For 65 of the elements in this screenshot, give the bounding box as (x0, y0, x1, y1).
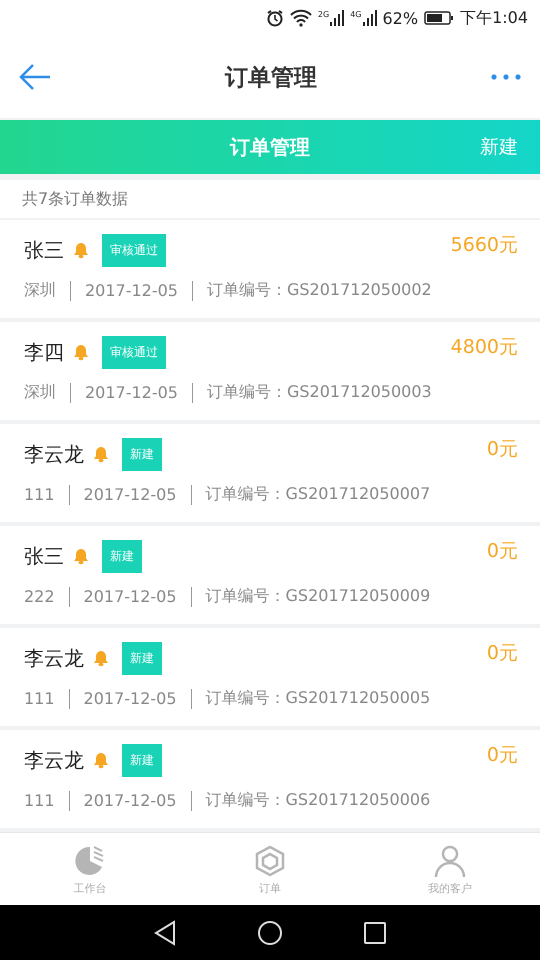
back-icon[interactable] (153, 920, 177, 946)
battery-icon (424, 10, 454, 26)
order-location: 深圳 (24, 382, 56, 403)
alarm-icon (266, 9, 284, 27)
order-amount: 5660元 (450, 233, 518, 258)
order-number: 订单编号：GS201712050006 (206, 790, 430, 811)
customer-name: 张三 (24, 542, 64, 570)
bell-icon (92, 751, 110, 769)
signal-icon (362, 10, 376, 26)
battery-percent: 62% (382, 8, 418, 28)
page-title: 订单管理 (225, 64, 317, 92)
order-card[interactable]: 李云龙 新建 0元 111 2017-12-05 订单编号：GS201712050007 (0, 424, 540, 522)
order-date: 2017-12-05 (84, 791, 177, 810)
order-card[interactable]: 张三 新建 0元 222 2017-12-05 订单编号：GS201712050009 (0, 526, 540, 624)
back-arrow-icon[interactable] (18, 63, 52, 91)
order-location: 111 (24, 485, 55, 504)
customer-name: 李云龙 (24, 644, 84, 672)
bell-icon (72, 547, 90, 565)
order-location: 111 (24, 791, 55, 810)
network-label: 2G (318, 10, 330, 19)
order-number: 订单编号：GS201712050005 (206, 688, 430, 709)
order-card[interactable]: 李云龙 新建 0元 111 2017-12-05 订单编号：GS201712050005 (0, 628, 540, 726)
order-number: 订单编号：GS201712050009 (206, 586, 430, 607)
status-tag: 审核通过 (102, 336, 166, 368)
status-tag: 审核通过 (102, 234, 166, 266)
order-location: 深圳 (24, 280, 56, 301)
bell-icon (72, 343, 90, 361)
status-tag: 新建 (122, 438, 162, 470)
order-date: 2017-12-05 (85, 281, 178, 300)
order-number: 订单编号：GS201712050007 (206, 484, 430, 505)
signal-icon (330, 10, 344, 26)
recents-icon[interactable] (363, 920, 387, 944)
bell-icon (92, 649, 110, 667)
bell-icon (72, 241, 90, 259)
home-icon[interactable] (257, 920, 283, 946)
customer-name: 张三 (24, 236, 64, 264)
order-location: 111 (24, 689, 55, 708)
order-amount: 4800元 (450, 335, 518, 360)
order-card[interactable]: 李云龙 新建 0元 111 2017-12-05 订单编号：GS201712050006 (0, 730, 540, 828)
order-card[interactable]: 李四 审核通过 4800元 深圳 2017-12-05 订单编号：GS201712050003 (0, 322, 540, 420)
status-tag: 新建 (102, 540, 142, 572)
order-amount: 0元 (486, 539, 518, 564)
bell-icon (92, 445, 110, 463)
customer-name: 李云龙 (24, 440, 84, 468)
order-amount: 0元 (486, 743, 518, 768)
status-tag: 新建 (122, 744, 162, 776)
wifi-icon (290, 9, 312, 27)
order-amount: 0元 (486, 641, 518, 666)
band-title: 订单管理 (230, 134, 310, 160)
more-icon[interactable] (490, 73, 522, 81)
customer-name: 李云龙 (24, 746, 84, 774)
network-label: 4G (350, 10, 362, 19)
order-date: 2017-12-05 (84, 689, 177, 708)
clock: 下午1:04 (460, 8, 528, 28)
order-location: 222 (24, 587, 55, 606)
order-date: 2017-12-05 (85, 383, 178, 402)
order-date: 2017-12-05 (84, 485, 177, 504)
status-tag: 新建 (122, 642, 162, 674)
order-number: 订单编号：GS201712050003 (206, 382, 432, 403)
order-number: 订单编号：GS201712050002 (206, 280, 432, 301)
order-date: 2017-12-05 (84, 587, 177, 606)
order-count: 共7条订单数据 (0, 180, 540, 218)
customer-name: 李四 (24, 338, 64, 366)
order-amount: 0元 (486, 437, 518, 462)
order-card[interactable]: 张三 审核通过 5660元 深圳 2017-12-05 订单编号：GS201712050002 (0, 220, 540, 318)
